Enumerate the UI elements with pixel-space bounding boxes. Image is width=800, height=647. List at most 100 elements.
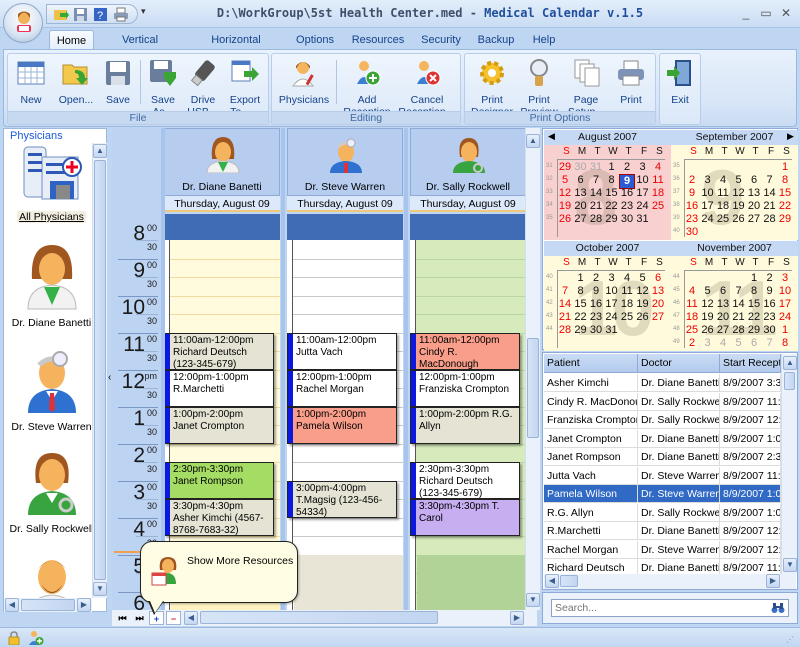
calendar-day[interactable]: 27: [715, 324, 731, 337]
open-icon[interactable]: [53, 7, 69, 22]
calendar-day[interactable]: 14: [762, 187, 778, 200]
calendar-day[interactable]: 1: [777, 324, 793, 337]
calendar-day[interactable]: 30: [684, 226, 700, 239]
calendar-day[interactable]: 2: [684, 174, 700, 187]
calendar-day[interactable]: 3: [700, 337, 716, 350]
calendar-day[interactable]: 10: [604, 285, 620, 298]
new-button[interactable]: New: [10, 56, 52, 106]
appointment[interactable]: 3:30pm-4:30pm Asher Kimchi (4567-8768-76…: [164, 499, 274, 536]
calendar-day[interactable]: 6: [650, 272, 666, 285]
calendar-day[interactable]: 10: [700, 187, 716, 200]
calendar-day[interactable]: 15: [573, 298, 589, 311]
calendar-day[interactable]: 17: [635, 187, 651, 200]
calendar-day[interactable]: 20: [573, 200, 589, 213]
calendar-day[interactable]: 28: [762, 213, 778, 226]
calendar-day[interactable]: 9: [762, 285, 778, 298]
tab-vertical-timeline[interactable]: Vertical Timeline: [100, 30, 180, 66]
print-button[interactable]: Print: [611, 56, 651, 106]
scroll-up-icon[interactable]: ▲: [783, 356, 797, 370]
save-button[interactable]: Save: [100, 56, 136, 106]
remove-resource-button[interactable]: −: [166, 611, 181, 625]
calendar-day[interactable]: 17: [604, 298, 620, 311]
tab-backup[interactable]: Backup: [474, 30, 518, 50]
calendar-day[interactable]: 18: [715, 200, 731, 213]
scroll-up-icon[interactable]: ▲: [93, 144, 107, 158]
calendar-day[interactable]: 29: [604, 213, 620, 226]
appointment[interactable]: 12:00pm-1:00pm Franziska Crompton: [410, 369, 520, 407]
calendar-day[interactable]: 4: [715, 174, 731, 187]
appointment[interactable]: 12:00pm-1:00pm R.Marchetti: [164, 369, 274, 407]
calendar-day[interactable]: 6: [746, 337, 762, 350]
calendar-day[interactable]: 29: [573, 324, 589, 337]
calendar-day[interactable]: 5: [635, 272, 651, 285]
calendar-day[interactable]: 21: [588, 200, 604, 213]
horizontal-scroll-thumb[interactable]: [200, 611, 438, 624]
calendar-day[interactable]: 6: [573, 174, 589, 187]
column-header-start-reception[interactable]: Start Reception: [720, 354, 781, 373]
scroll-thumb[interactable]: [527, 338, 539, 438]
calendar-day[interactable]: 15: [777, 187, 793, 200]
calendar-day[interactable]: 9: [588, 285, 604, 298]
appointment[interactable]: 1:00pm-2:00pm Janet Crompton: [164, 406, 274, 444]
print-preview-button[interactable]: Print Preview: [517, 56, 561, 118]
grid-row[interactable]: Janet Crompton Dr. Diane Banetti 8/9/2007 …: [544, 429, 781, 448]
all-day-area[interactable]: [164, 214, 280, 240]
calendar-day[interactable]: 1: [777, 161, 793, 174]
calendar-day[interactable]: 29: [746, 324, 762, 337]
resource-header[interactable]: Dr. Steve Warren: [287, 128, 403, 196]
grid-row[interactable]: Jutta Vach Dr. Steve Warren 8/9/2007 11:0: [544, 466, 781, 485]
appointment[interactable]: 11:00am-12:00pm Cindy R. MacDonough: [410, 332, 520, 370]
tab-help[interactable]: Help: [528, 30, 560, 50]
maximize-button[interactable]: ▭: [758, 6, 774, 20]
scroll-up-icon[interactable]: ▲: [526, 134, 540, 148]
calendar-day[interactable]: 30: [588, 324, 604, 337]
calendar-day[interactable]: 8: [573, 285, 589, 298]
calendar-day[interactable]: 7: [731, 285, 747, 298]
calendar-day[interactable]: 23: [762, 311, 778, 324]
column-header-patient[interactable]: Patient: [544, 354, 638, 373]
appointment[interactable]: 11:00am-12:00pm Richard Deutsch (123-345…: [164, 332, 274, 370]
calendar-day[interactable]: 27: [650, 311, 666, 324]
calendar-day[interactable]: 21: [731, 311, 747, 324]
appointment[interactable]: 2:30pm-3:30pm Richard Deutsch (123-345-6…: [410, 462, 520, 499]
calendar-day[interactable]: 21: [762, 200, 778, 213]
tab-security[interactable]: Security: [418, 30, 464, 50]
print-icon[interactable]: [113, 7, 129, 22]
calendar-day[interactable]: 20: [650, 298, 666, 311]
calendar-day[interactable]: 1: [604, 161, 620, 174]
all-day-area[interactable]: [410, 214, 526, 240]
physicians-horizontal-scrollbar[interactable]: ◀ ▶: [4, 598, 92, 612]
calendar-day[interactable]: 6: [746, 174, 762, 187]
resize-grip-icon[interactable]: ⋰: [786, 635, 794, 644]
calendar-day[interactable]: 5: [700, 285, 716, 298]
scroll-right-icon[interactable]: ▶: [77, 598, 91, 612]
calendar-day[interactable]: 22: [573, 311, 589, 324]
calendar-day[interactable]: 21: [557, 311, 573, 324]
calendar-day[interactable]: 8: [777, 174, 793, 187]
calendar-day[interactable]: 7: [762, 174, 778, 187]
calendar-day[interactable]: 18: [650, 187, 666, 200]
scroll-left-icon[interactable]: ◀: [545, 574, 559, 588]
calendar-day[interactable]: 30: [762, 324, 778, 337]
calendar-day[interactable]: 4: [715, 337, 731, 350]
scroll-down-icon[interactable]: ▼: [93, 582, 107, 596]
calendar-day[interactable]: 27: [573, 213, 589, 226]
grid-row[interactable]: Franziska Crompton Dr. Sally Rockwell 8/9/…: [544, 411, 781, 429]
calendar-day[interactable]: 16: [684, 200, 700, 213]
calendar-day[interactable]: 13: [573, 187, 589, 200]
tab-horizontal-timeline[interactable]: Horizontal Timeline: [190, 30, 282, 66]
appointment[interactable]: 3:30pm-4:30pm T. Carol: [410, 499, 520, 536]
calendar-day[interactable]: 24: [635, 200, 651, 213]
calendar-day[interactable]: 29: [777, 213, 793, 226]
calendar-day[interactable]: 3: [635, 161, 651, 174]
scroll-thumb[interactable]: [21, 599, 75, 611]
calendar-day[interactable]: 15: [604, 187, 620, 200]
grid-row[interactable]: Cindy R. MacDonoughDr. Sally Rockwell8/9…: [544, 392, 781, 411]
calendar-day[interactable]: 25: [715, 213, 731, 226]
calendar-day[interactable]: 8: [746, 285, 762, 298]
exit-button[interactable]: Exit: [662, 56, 698, 106]
calendar-day[interactable]: 18: [619, 298, 635, 311]
calendar-day[interactable]: 12: [635, 285, 651, 298]
calendar-day[interactable]: 7: [557, 285, 573, 298]
calendar-day[interactable]: 12: [731, 187, 747, 200]
